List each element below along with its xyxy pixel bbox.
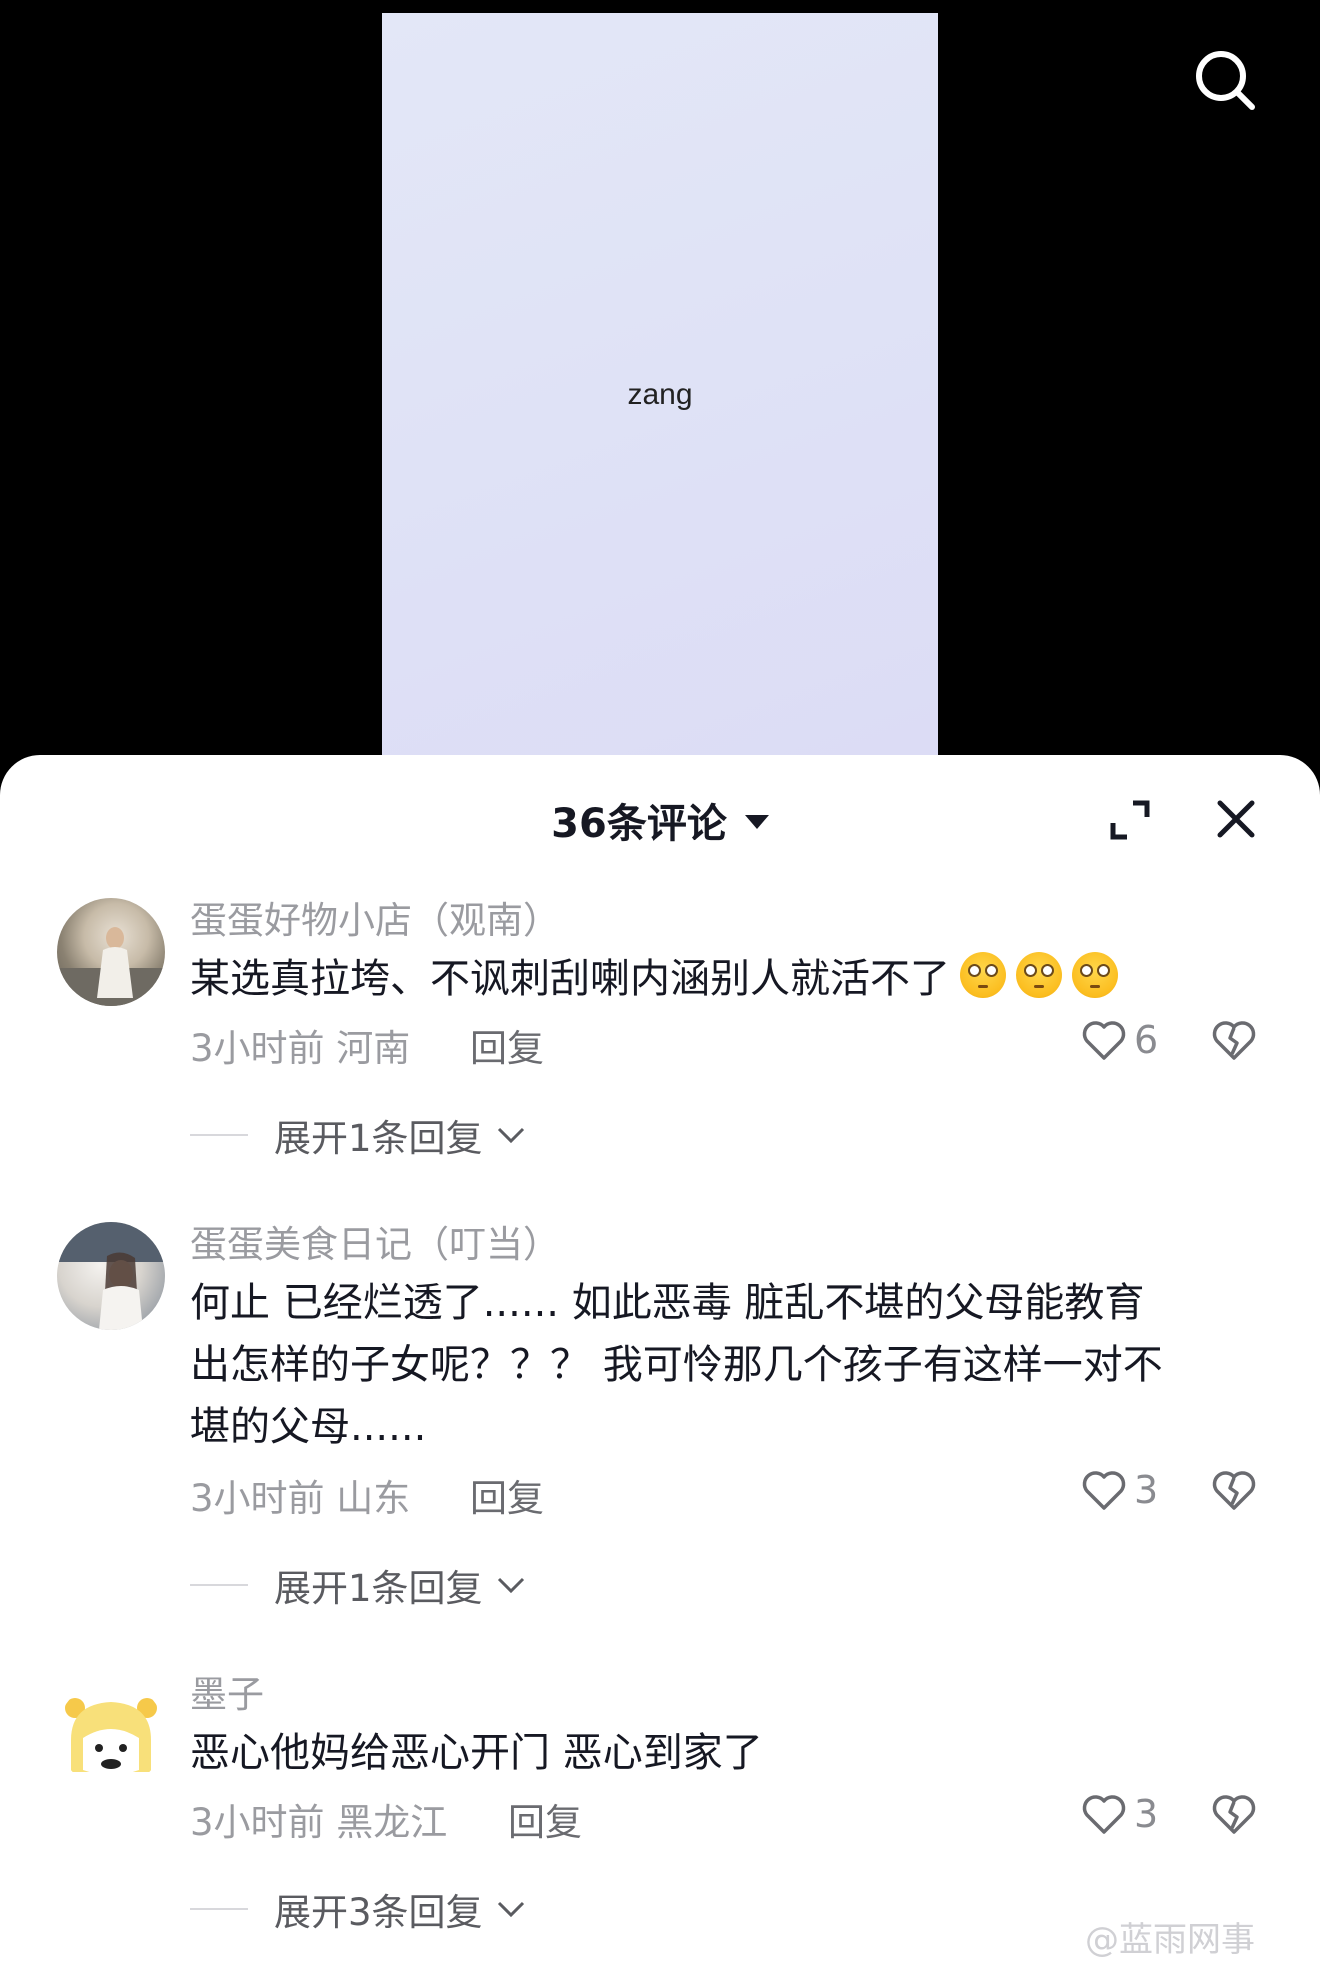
broken-heart-icon: [1212, 1795, 1256, 1834]
video-area[interactable]: zang: [0, 0, 1320, 790]
like-button[interactable]: 6: [1080, 1016, 1158, 1064]
expand-replies-label: 展开3条回复: [274, 1891, 483, 1934]
comment-username[interactable]: 蛋蛋美食日记（叮当）: [190, 1214, 560, 1268]
chevron-down-icon: [497, 1577, 524, 1594]
divider: [190, 1584, 248, 1586]
like-button[interactable]: 3: [1080, 1466, 1158, 1514]
close-icon: [1217, 800, 1255, 838]
heart-icon: [1082, 1795, 1126, 1834]
like-count: 3: [1134, 1792, 1159, 1836]
chevron-down-icon: [497, 1127, 524, 1144]
comment-username[interactable]: 墨子: [190, 1664, 264, 1718]
caret-down-icon: [744, 815, 769, 829]
expand-replies-button[interactable]: 展开1条回复: [190, 1108, 527, 1162]
dislike-button[interactable]: [1210, 1016, 1258, 1064]
comment-text: 恶心他妈给恶心开门 恶心到家了: [190, 1722, 1260, 1784]
reply-button[interactable]: 回复: [508, 1792, 582, 1846]
avatar-image: [57, 1222, 165, 1330]
comment-time-location: 3小时前 黑龙江: [190, 1801, 448, 1844]
divider: [190, 1908, 248, 1910]
search-button[interactable]: [1190, 45, 1260, 115]
search-icon: [1196, 51, 1255, 110]
dislike-button[interactable]: [1210, 1790, 1258, 1838]
avatar-image: [57, 927, 165, 1006]
expand-button[interactable]: [1105, 795, 1155, 845]
expand-replies-label: 展开1条回复: [274, 1567, 483, 1610]
comment-text-content: 恶心他妈给恶心开门 恶心到家了: [190, 1730, 763, 1776]
comment-time-location: 3小时前 山东: [190, 1477, 411, 1520]
heart-icon: [1082, 1021, 1126, 1060]
comment-text: 某选真拉垮、不讽刺刮喇内涵别人就活不了: [190, 948, 1260, 1010]
like-count: 6: [1134, 1018, 1159, 1062]
watermark: @蓝雨网事: [1085, 1920, 1255, 1960]
comment-time-location: 3小时前 河南: [190, 1027, 411, 1070]
like-button[interactable]: 3: [1080, 1790, 1158, 1838]
avatar[interactable]: [57, 898, 165, 1006]
expand-replies-button[interactable]: 展开1条回复: [190, 1558, 527, 1612]
avatar[interactable]: [57, 1222, 165, 1330]
expand-replies-label: 展开1条回复: [274, 1117, 483, 1160]
broken-heart-icon: [1212, 1021, 1256, 1060]
chevron-down-icon: [497, 1901, 524, 1918]
comment-text-line: 何止 已经烂透了...... 如此恶毒 脏乱不堪的父母能教育: [190, 1280, 1145, 1326]
expand-icon: [1110, 800, 1150, 840]
heart-icon: [1082, 1471, 1126, 1510]
comment-username[interactable]: 蛋蛋好物小店（观南）: [190, 890, 560, 944]
eye-roll-emoji-icon: [1072, 952, 1118, 998]
avatar[interactable]: [57, 1680, 165, 1788]
broken-heart-icon: [1212, 1471, 1256, 1510]
avatar-image: [65, 1698, 157, 1775]
reply-button[interactable]: 回复: [470, 1018, 544, 1072]
eye-roll-emoji-icon: [960, 952, 1006, 998]
dislike-button[interactable]: [1210, 1466, 1258, 1514]
comment-text-line: 出怎样的子女呢？？？ 我可怜那几个孩子有这样一对不: [190, 1342, 1163, 1388]
comment-text: 何止 已经烂透了...... 如此恶毒 脏乱不堪的父母能教育 出怎样的子女呢？？…: [190, 1272, 1260, 1458]
divider: [190, 1134, 248, 1136]
expand-replies-button[interactable]: 展开3条回复: [190, 1882, 527, 1936]
comment-text-content: 某选真拉垮、不讽刺刮喇内涵别人就活不了: [190, 956, 950, 1002]
close-button[interactable]: [1210, 793, 1262, 845]
video-label: zang: [627, 378, 693, 411]
eye-roll-emoji-icon: [1016, 952, 1062, 998]
video-frame[interactable]: zang: [382, 13, 938, 755]
reply-button[interactable]: 回复: [470, 1468, 544, 1522]
comment-count-label: 36条评论: [551, 801, 727, 847]
like-count: 3: [1134, 1468, 1159, 1512]
comment-text-line: 堪的父母......: [190, 1404, 427, 1450]
